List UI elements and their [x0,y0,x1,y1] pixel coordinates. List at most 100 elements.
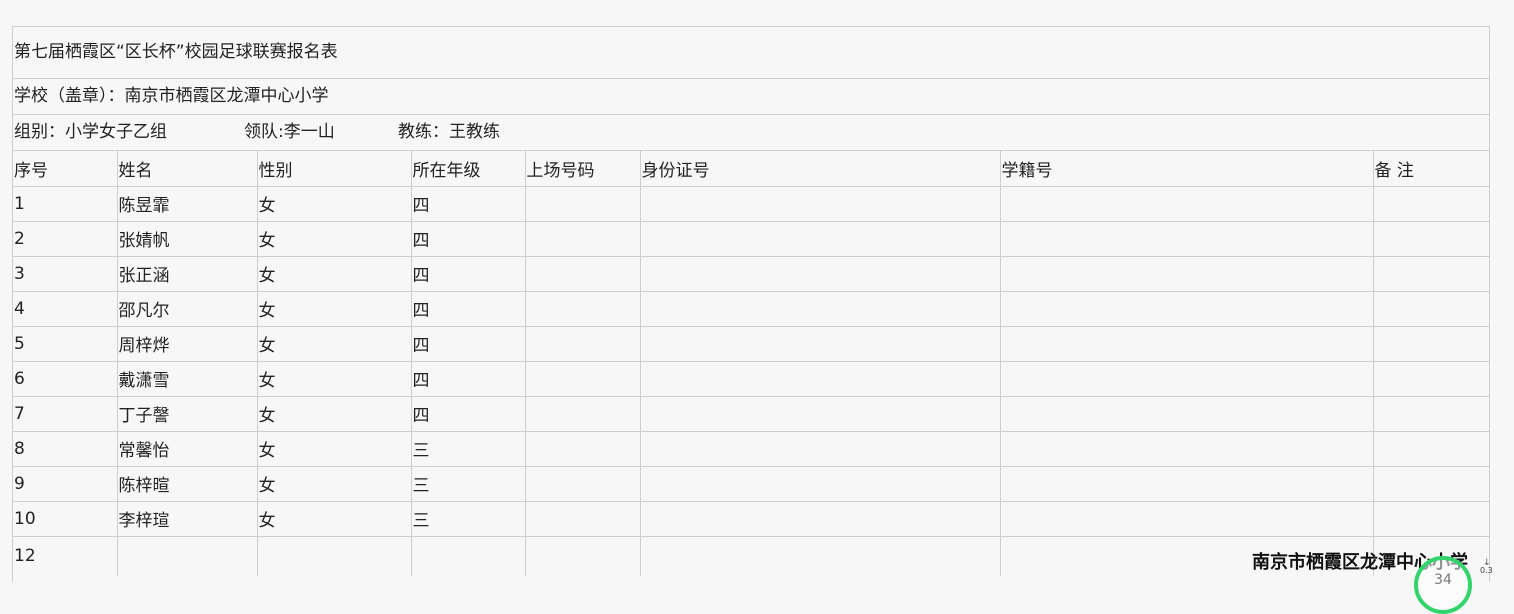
table-cell[interactable]: 7 [13,396,118,432]
table-cell[interactable] [640,291,1001,327]
table-cell[interactable]: 12 [13,536,118,576]
table-cell[interactable] [525,536,641,576]
table-cell[interactable] [640,501,1001,537]
table-cell[interactable] [525,361,641,397]
table-cell[interactable] [525,256,641,292]
table-cell[interactable] [640,536,1001,576]
table-cell[interactable] [1000,326,1374,362]
table-cell[interactable]: 女 [257,466,412,502]
network-speed-badge[interactable]: 34 [1414,556,1472,614]
registration-sheet: 第七届栖霞区“区长杯”校园足球联赛报名表 学校（盖章）：南京市栖霞区龙潭中心小学… [12,26,1490,582]
table-cell[interactable] [117,536,258,576]
table-cell[interactable] [525,291,641,327]
table-cell[interactable] [1000,186,1374,222]
table-cell[interactable]: 3 [13,256,118,292]
table-cell[interactable]: 10 [13,501,118,537]
table-cell[interactable] [640,186,1001,222]
header-cell[interactable]: 备 注 [1373,151,1489,187]
table-cell[interactable]: 女 [257,221,412,257]
table-cell[interactable]: 四 [411,396,526,432]
table-cell[interactable]: 8 [13,431,118,467]
table-cell[interactable]: 女 [257,186,412,222]
form-title: 第七届栖霞区“区长杯”校园足球联赛报名表 [13,27,1489,79]
table-cell[interactable] [640,221,1001,257]
table-cell[interactable]: 李梓瑄 [117,501,258,537]
table-cell[interactable]: 丁子謦 [117,396,258,432]
table-cell[interactable]: 女 [257,396,412,432]
table-cell[interactable] [525,501,641,537]
table-cell[interactable]: 2 [13,221,118,257]
table-cell[interactable] [640,361,1001,397]
table-cell[interactable]: 三 [411,466,526,502]
table-cell[interactable] [640,256,1001,292]
table-cell[interactable] [1373,396,1489,432]
table-row: 9 陈梓暄女三 [13,466,1489,502]
table-cell[interactable]: 常馨怡 [117,431,258,467]
table-cell[interactable]: 四 [411,291,526,327]
header-cell[interactable]: 上场号码 [525,151,641,187]
table-cell[interactable]: 四 [411,186,526,222]
table-cell[interactable] [525,326,641,362]
table-cell[interactable] [1000,256,1374,292]
table-cell[interactable] [525,466,641,502]
table-cell[interactable] [1373,326,1489,362]
table-cell[interactable] [1000,291,1374,327]
table-cell[interactable]: 戴潇雪 [117,361,258,397]
table-cell[interactable] [640,326,1001,362]
table-cell[interactable]: 女 [257,501,412,537]
table-cell[interactable]: 张婧帆 [117,221,258,257]
table-cell[interactable] [640,396,1001,432]
header-cell[interactable]: 所在年级 [411,151,526,187]
table-cell[interactable] [257,536,412,576]
table-cell[interactable] [1000,501,1374,537]
table-cell[interactable]: 三 [411,501,526,537]
header-cell[interactable]: 学籍号 [1000,151,1374,187]
table-cell[interactable] [640,431,1001,467]
header-cell[interactable]: 身份证号 [640,151,1001,187]
table-cell[interactable]: 张正涵 [117,256,258,292]
table-cell[interactable]: 周梓烨 [117,326,258,362]
table-cell[interactable] [411,536,526,576]
table-cell[interactable]: 女 [257,291,412,327]
table-cell[interactable] [1373,256,1489,292]
table-cell[interactable]: 女 [257,431,412,467]
table-cell[interactable]: 三 [411,431,526,467]
table-cell[interactable] [525,186,641,222]
table-cell[interactable]: 陈昱霏 [117,186,258,222]
table-cell[interactable]: 陈梓暄 [117,466,258,502]
table-cell[interactable]: 女 [257,361,412,397]
table-cell[interactable] [1373,431,1489,467]
table-cell[interactable]: 邵凡尔 [117,291,258,327]
table-cell[interactable] [1000,361,1374,397]
table-cell[interactable]: 四 [411,221,526,257]
table-cell[interactable] [525,431,641,467]
table-cell[interactable]: 四 [411,326,526,362]
table-cell[interactable]: 6 [13,361,118,397]
table-cell[interactable] [1373,186,1489,222]
table-cell[interactable] [640,466,1001,502]
table-cell[interactable]: 4 [13,291,118,327]
table-cell[interactable] [525,221,641,257]
table-cell[interactable]: 女 [257,256,412,292]
table-cell[interactable]: 9 [13,466,118,502]
header-cell[interactable]: 姓名 [117,151,258,187]
table-cell[interactable] [1373,361,1489,397]
table-cell[interactable]: 四 [411,256,526,292]
header-cell[interactable]: 性别 [257,151,412,187]
table-row: 2 张婧帆女四 [13,221,1489,257]
table-cell[interactable]: 女 [257,326,412,362]
table-cell[interactable] [525,396,641,432]
table-cell[interactable] [1000,431,1374,467]
table-cell[interactable] [1000,221,1374,257]
table-cell[interactable] [1000,396,1374,432]
table-cell[interactable] [1373,466,1489,502]
table-cell[interactable] [1373,501,1489,537]
table-cell[interactable] [1373,221,1489,257]
table-cell[interactable]: 5 [13,326,118,362]
header-cell[interactable]: 序号 [13,151,118,187]
table-cell[interactable] [1373,291,1489,327]
table-cell[interactable] [1000,466,1374,502]
table-cell[interactable]: 1 [13,186,118,222]
table-cell[interactable]: 四 [411,361,526,397]
group-line: 组别：小学女子乙组 领队:李一山 教练：王教练 [13,115,1489,151]
